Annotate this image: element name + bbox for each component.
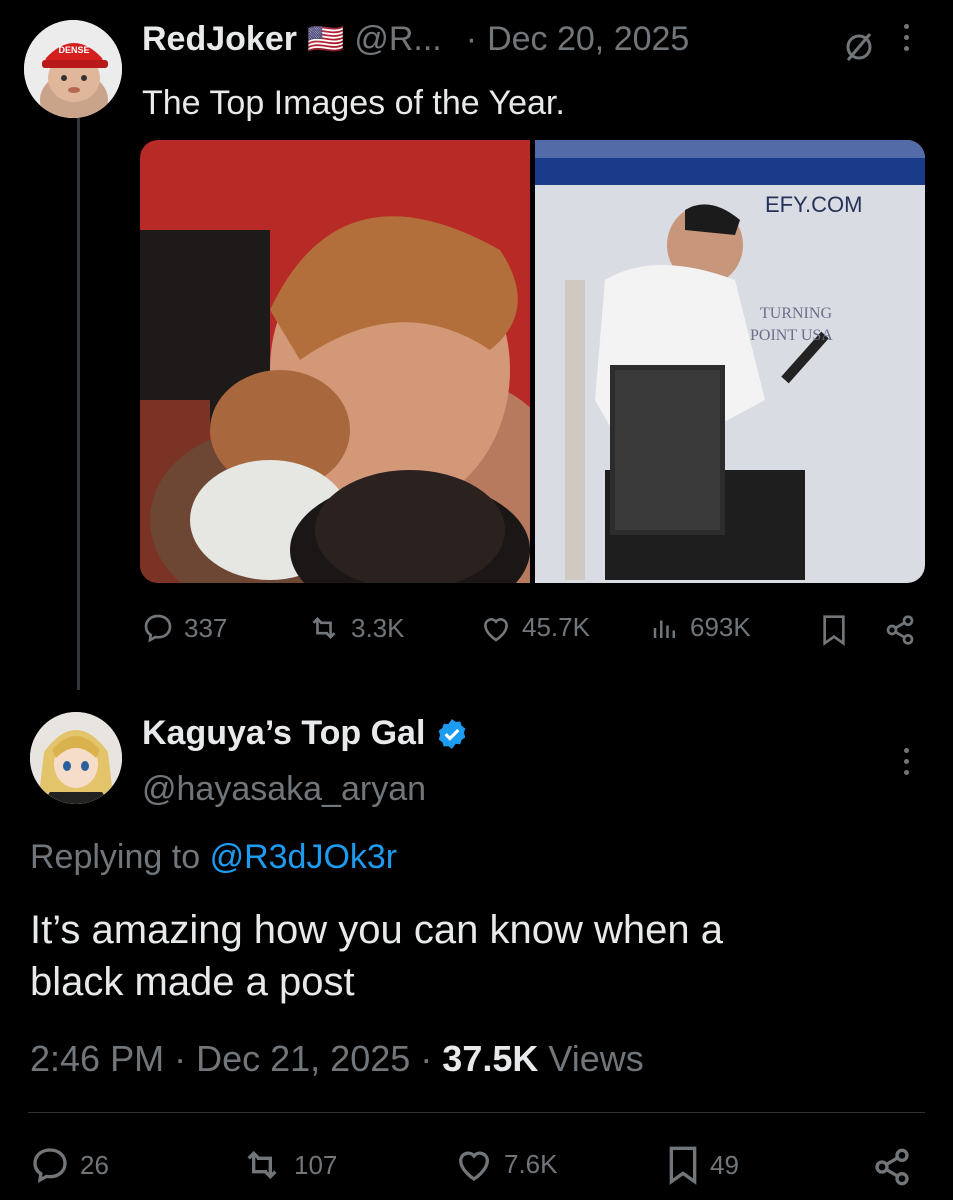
flag-icon: 🇺🇸 bbox=[306, 23, 345, 56]
reply-avatar[interactable] bbox=[30, 712, 122, 804]
reply-actions: 26 107 7.6K 49 bbox=[30, 1145, 925, 1195]
reply-icon bbox=[144, 614, 172, 643]
like-count: 45.7K bbox=[522, 612, 590, 642]
replying-to-handle[interactable]: @R3dJOk3r bbox=[210, 838, 398, 876]
image-text-point-usa: POINT USA bbox=[750, 327, 833, 344]
tweet-text: The Top Images of the Year. bbox=[142, 84, 565, 122]
ai-slash-icon[interactable] bbox=[842, 30, 876, 69]
reply-repost-button[interactable]: 107 bbox=[240, 1145, 337, 1185]
reply-more-options-icon[interactable] bbox=[900, 748, 912, 775]
bookmark-icon[interactable] bbox=[820, 614, 848, 651]
author-name[interactable]: RedJoker bbox=[142, 20, 297, 59]
separator-dot: · bbox=[465, 20, 478, 58]
reply-date[interactable]: Dec 21, 2025 bbox=[196, 1038, 410, 1079]
reply-views-count: 37.5K bbox=[442, 1038, 539, 1079]
meta-separator-2: · bbox=[420, 1038, 433, 1079]
views-count: 693K bbox=[690, 612, 751, 642]
image-text-turning: TURNING bbox=[760, 305, 832, 322]
reply-header: Kaguya’s Top Gal bbox=[142, 714, 469, 753]
media-image-left[interactable] bbox=[140, 140, 530, 583]
author-handle[interactable]: @R... bbox=[354, 20, 441, 59]
reply-text: It’s amazing how you can know when a bla… bbox=[30, 904, 723, 1008]
media-grid: EFY.COM TURNING POINT USA bbox=[140, 140, 925, 583]
reply-count: 337 bbox=[184, 612, 228, 643]
repost-icon bbox=[247, 1150, 277, 1180]
reply-bookmark-count: 49 bbox=[710, 1149, 739, 1180]
reply-share-icon[interactable] bbox=[872, 1147, 912, 1192]
media-image-right[interactable]: EFY.COM TURNING POINT USA bbox=[535, 140, 925, 583]
divider bbox=[28, 1112, 925, 1113]
reply-handle[interactable]: @hayasaka_aryan bbox=[142, 770, 426, 809]
repost-count: 3.3K bbox=[351, 612, 405, 643]
tweet-date[interactable]: Dec 20, 2025 bbox=[487, 20, 689, 59]
meta-separator-1: · bbox=[174, 1038, 187, 1079]
reply-reply-count: 26 bbox=[80, 1149, 109, 1180]
heart-icon bbox=[483, 617, 509, 642]
reply-like-button[interactable]: 7.6K bbox=[454, 1145, 558, 1183]
repost-button[interactable]: 3.3K bbox=[307, 612, 405, 644]
reply-reply-button[interactable]: 26 bbox=[30, 1145, 109, 1185]
tweet-actions: 337 3.3K 45.7K 693K bbox=[142, 612, 927, 652]
views-icon bbox=[653, 620, 675, 638]
heart-icon bbox=[458, 1151, 490, 1181]
bookmark-icon bbox=[669, 1146, 697, 1185]
avatar-cap-text: DENSE bbox=[58, 45, 89, 55]
reply-text-line-2: black made a post bbox=[30, 960, 355, 1004]
reply-avatar-image bbox=[30, 712, 122, 804]
reply-like-count: 7.6K bbox=[504, 1148, 558, 1179]
reply-time[interactable]: 2:46 PM bbox=[30, 1038, 164, 1079]
reply-author-name[interactable]: Kaguya’s Top Gal bbox=[142, 714, 425, 753]
share-icon[interactable] bbox=[884, 614, 916, 651]
tweet-header: RedJoker 🇺🇸 @R... · Dec 20, 2025 bbox=[142, 20, 689, 59]
reply-text-line-1: It’s amazing how you can know when a bbox=[30, 908, 723, 952]
verified-badge-icon bbox=[439, 718, 466, 749]
thread-line bbox=[77, 110, 80, 690]
image-text-efy: EFY.COM bbox=[765, 192, 862, 217]
reply-repost-count: 107 bbox=[294, 1149, 338, 1180]
avatar[interactable]: DENSE bbox=[24, 20, 122, 118]
replying-to: Replying to @R3dJOk3r bbox=[30, 838, 397, 877]
reply-bookmark-button[interactable]: 49 bbox=[666, 1145, 739, 1185]
replying-to-label: Replying to bbox=[30, 838, 201, 876]
repost-icon bbox=[312, 616, 336, 640]
reply-views-label: Views bbox=[548, 1038, 644, 1079]
reply-button[interactable]: 337 bbox=[142, 612, 227, 644]
reply-icon bbox=[33, 1148, 67, 1184]
reply-meta: 2:46 PM · Dec 21, 2025 · 37.5K Views bbox=[30, 1038, 644, 1080]
like-button[interactable]: 45.7K bbox=[480, 612, 590, 643]
more-options-icon[interactable] bbox=[900, 24, 912, 51]
views-button[interactable]: 693K bbox=[650, 612, 751, 643]
avatar-image: DENSE bbox=[24, 20, 122, 118]
